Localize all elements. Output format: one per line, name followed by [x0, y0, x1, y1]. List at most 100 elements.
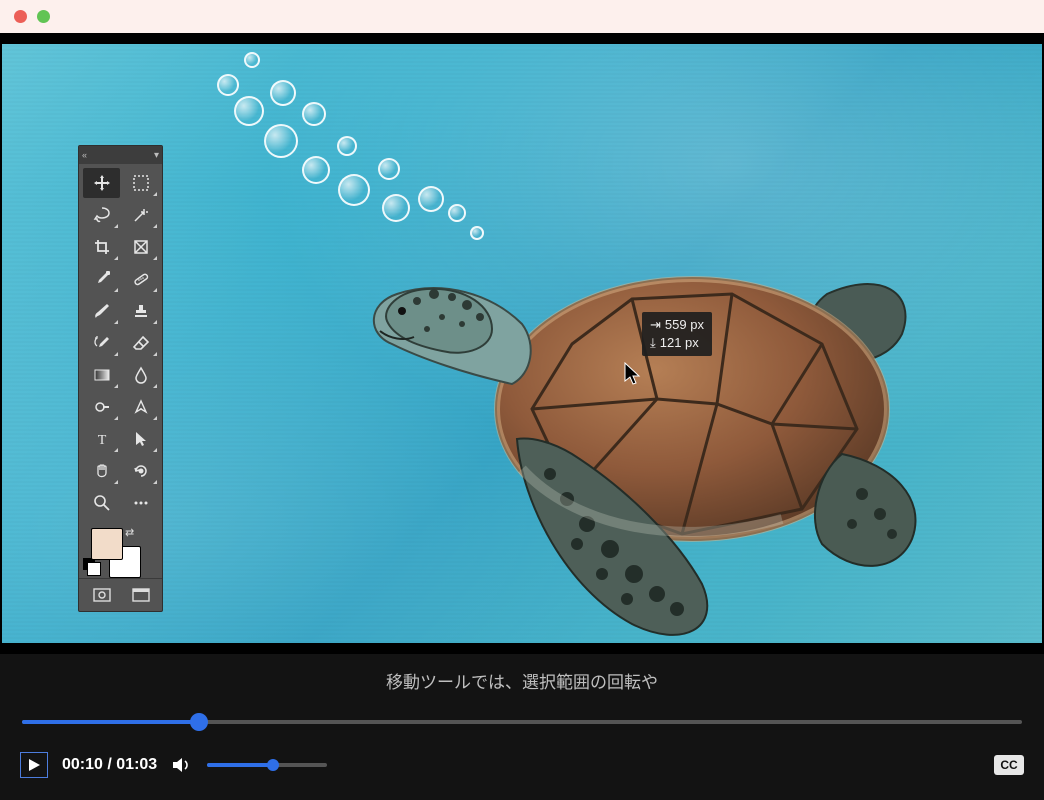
- swap-colors-icon[interactable]: ⇄: [125, 526, 134, 539]
- readout-y: 121 px: [660, 334, 699, 352]
- readout-x: 559 px: [665, 316, 704, 334]
- progress-thumb[interactable]: [190, 713, 208, 731]
- tools-panel[interactable]: « ▾: [78, 145, 163, 612]
- healing-brush-tool[interactable]: [122, 264, 159, 294]
- video-frame: ⇥559 px ⤓121 px « ▾: [0, 33, 1044, 654]
- duration: 01:03: [116, 756, 157, 773]
- volume-fill: [207, 763, 273, 767]
- clone-stamp-tool[interactable]: [122, 296, 159, 326]
- rectangular-marquee-tool[interactable]: [122, 168, 159, 198]
- volume-button[interactable]: [171, 755, 193, 775]
- progress-slider[interactable]: [22, 720, 1022, 724]
- letterbox-top: [0, 33, 1044, 44]
- lasso-tool[interactable]: [83, 200, 120, 230]
- bubble: [302, 156, 330, 184]
- turtle-illustration: [372, 239, 932, 639]
- window-close-dot[interactable]: [14, 10, 27, 23]
- time-display: 00:10 / 01:03: [62, 756, 157, 774]
- blur-tool[interactable]: [122, 360, 159, 390]
- eraser-icon: [132, 334, 150, 352]
- progress-fill: [22, 720, 199, 724]
- lasso-icon: [93, 206, 111, 224]
- marquee-icon: [132, 174, 150, 192]
- quick-mask-toggle[interactable]: [83, 583, 120, 607]
- dodge-icon: [93, 398, 111, 416]
- brush-tool[interactable]: [83, 296, 120, 326]
- move-tool[interactable]: [83, 168, 120, 198]
- pen-tool[interactable]: [122, 392, 159, 422]
- bubble: [418, 186, 444, 212]
- arrow-right-icon: ⇥: [650, 316, 661, 334]
- bubble: [217, 74, 239, 96]
- panel-menu-icon[interactable]: ▾: [154, 150, 159, 161]
- progress-row: [0, 702, 1044, 742]
- eyedropper-icon: [93, 270, 111, 288]
- color-swatches[interactable]: ⇄: [79, 522, 162, 578]
- tools-panel-header[interactable]: « ▾: [79, 146, 162, 164]
- rotate-icon: [132, 462, 150, 480]
- arrow-cursor-icon: [132, 430, 150, 448]
- wand-icon: [132, 206, 150, 224]
- brush-icon: [93, 302, 111, 320]
- tools-panel-footer: [79, 578, 162, 611]
- letterbox-bottom: [0, 643, 1044, 654]
- bubble: [302, 102, 326, 126]
- window-zoom-dot[interactable]: [37, 10, 50, 23]
- volume-thumb[interactable]: [267, 759, 279, 771]
- collapse-left-icon[interactable]: «: [82, 150, 87, 160]
- bubble: [234, 96, 264, 126]
- video-controls: 移動ツールでは、選択範囲の回転や 00:10 / 01:03 CC: [0, 654, 1044, 800]
- cursor-icon: [624, 362, 642, 386]
- transport-row: 00:10 / 01:03 CC: [0, 742, 1044, 788]
- bubble: [470, 226, 484, 240]
- zoom-icon: [93, 494, 111, 512]
- foreground-swatch[interactable]: [91, 528, 123, 560]
- zoom-tool[interactable]: [83, 488, 120, 518]
- bandage-icon: [132, 270, 150, 288]
- gradient-icon: [93, 366, 111, 384]
- play-button[interactable]: [20, 752, 48, 778]
- path-selection-tool[interactable]: [122, 424, 159, 454]
- current-time: 00:10: [62, 756, 103, 773]
- tools-grid: T: [79, 164, 162, 522]
- crop-tool[interactable]: [83, 232, 120, 262]
- bubble: [270, 80, 296, 106]
- droplet-icon: [132, 366, 150, 384]
- history-brush-tool[interactable]: [83, 328, 120, 358]
- svg-text:T: T: [97, 433, 106, 448]
- volume-icon: [171, 755, 193, 775]
- bubble: [338, 174, 370, 206]
- window-titlebar: [0, 0, 1044, 33]
- quick-selection-tool[interactable]: [122, 200, 159, 230]
- time-separator: /: [103, 756, 116, 773]
- eyedropper-tool[interactable]: [83, 264, 120, 294]
- dodge-tool[interactable]: [83, 392, 120, 422]
- stamp-icon: [132, 302, 150, 320]
- frame-tool[interactable]: [122, 232, 159, 262]
- bubble: [244, 52, 260, 68]
- type-tool[interactable]: T: [83, 424, 120, 454]
- closed-captions-button[interactable]: CC: [994, 755, 1024, 775]
- hand-tool[interactable]: [83, 456, 120, 486]
- bubble: [264, 124, 298, 158]
- editor-canvas[interactable]: ⇥559 px ⤓121 px « ▾: [2, 44, 1042, 643]
- caption-text: 移動ツールでは、選択範囲の回転や: [0, 654, 1044, 702]
- hand-icon: [93, 462, 111, 480]
- rotate-view-tool[interactable]: [122, 456, 159, 486]
- eraser-tool[interactable]: [122, 328, 159, 358]
- edit-toolbar-button[interactable]: [122, 488, 159, 518]
- bubble: [448, 204, 466, 222]
- crop-icon: [93, 238, 111, 256]
- bubble: [382, 194, 410, 222]
- frame-icon: [132, 238, 150, 256]
- bubble: [337, 136, 357, 156]
- bubble: [378, 158, 400, 180]
- screen-mode-toggle[interactable]: [122, 583, 159, 607]
- history-brush-icon: [93, 334, 111, 352]
- pen-icon: [132, 398, 150, 416]
- type-icon: T: [93, 430, 111, 448]
- transform-readout: ⇥559 px ⤓121 px: [642, 312, 712, 356]
- volume-slider[interactable]: [207, 763, 327, 767]
- gradient-tool[interactable]: [83, 360, 120, 390]
- more-icon: [132, 494, 150, 512]
